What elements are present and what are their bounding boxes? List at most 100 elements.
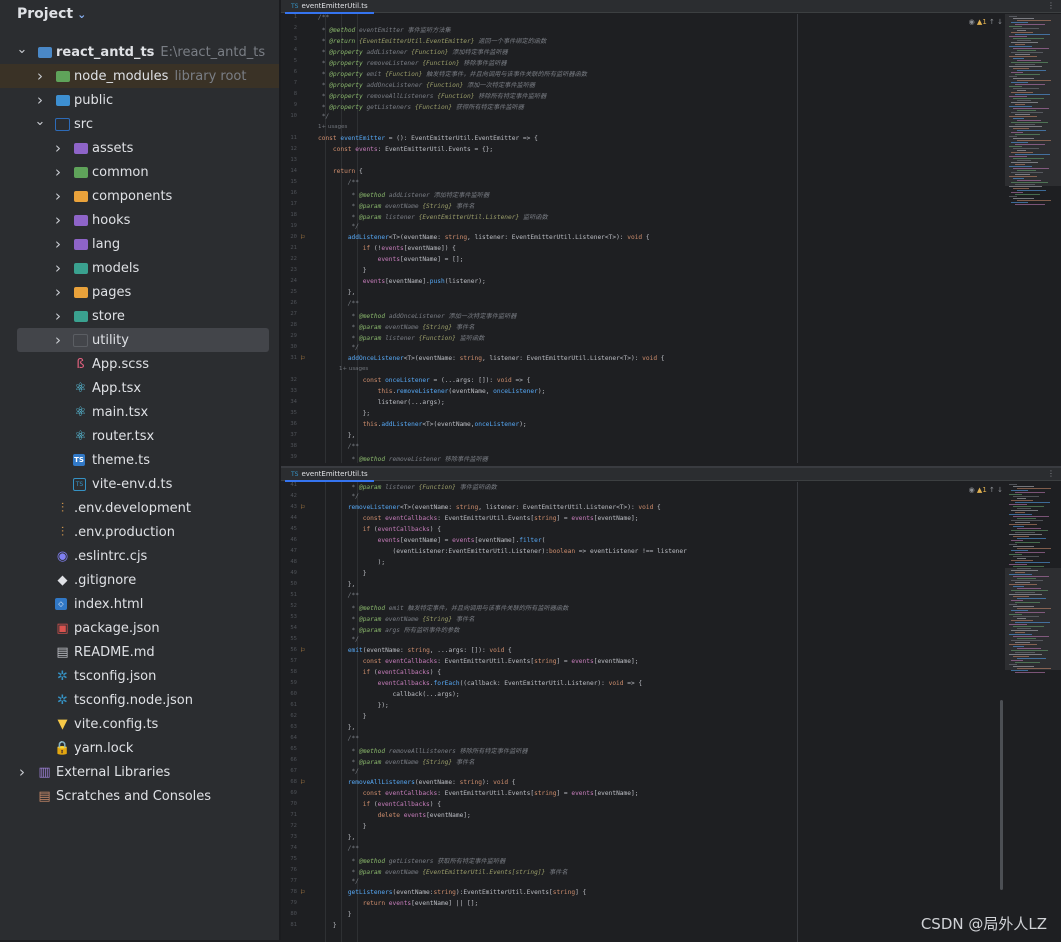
chevron-right-icon[interactable]: ›: [34, 67, 46, 85]
minimap-line: [1015, 94, 1050, 95]
arrow-down-icon[interactable]: ↓: [997, 486, 1003, 494]
tree-item[interactable]: › public: [0, 88, 279, 112]
chevron-right-icon[interactable]: ›: [52, 331, 64, 349]
chevron-right-icon[interactable]: ›: [52, 187, 64, 205]
tree-item[interactable]: › components: [0, 184, 279, 208]
minimap-line: [1011, 152, 1033, 153]
chevron-right-icon[interactable]: ›: [52, 211, 64, 229]
tree-item[interactable]: ⌄ src: [0, 112, 279, 136]
warning-count: 1: [982, 486, 987, 494]
minimap-line: [1015, 672, 1045, 673]
tree-item[interactable]: › common: [0, 160, 279, 184]
project-panel-title[interactable]: Project ⌄: [17, 6, 86, 22]
usages-hint[interactable]: 1+ usages: [318, 124, 347, 130]
code-line: }: [318, 267, 367, 274]
more-icon[interactable]: ⋮: [1047, 0, 1055, 12]
react-icon: ⚛: [74, 380, 87, 396]
minimap-line: [1013, 506, 1044, 507]
minimap-line: [1009, 504, 1027, 505]
tree-item[interactable]: ▼ vite.config.ts: [0, 712, 279, 736]
minimap-line: [1013, 48, 1049, 49]
minimap-viewport[interactable]: [1005, 14, 1061, 186]
usages-hint[interactable]: 1+ usages: [318, 366, 368, 372]
tree-item[interactable]: › assets: [0, 136, 279, 160]
inspection-status[interactable]: ◉ ▲1 ↑ ↓: [969, 18, 1003, 26]
minimap-line: [1009, 654, 1042, 655]
code-line: if (!events[eventName]) {: [362, 245, 456, 252]
editor-tab[interactable]: TS eventEmitterUtil.ts: [285, 0, 374, 14]
tree-item[interactable]: › ▥ External Libraries: [0, 760, 279, 784]
minimap-line: [1009, 664, 1017, 665]
chevron-right-icon[interactable]: ›: [52, 283, 64, 301]
minimap[interactable]: [1005, 14, 1061, 463]
line-number: 24: [290, 278, 297, 284]
tree-item[interactable]: ✲ tsconfig.json: [0, 664, 279, 688]
chevron-right-icon[interactable]: ›: [34, 91, 46, 109]
chevron-right-icon[interactable]: ›: [52, 259, 64, 277]
tree-item[interactable]: ◇ index.html: [0, 592, 279, 616]
minimap-line: [1015, 662, 1040, 663]
minimap-line: [1009, 26, 1022, 27]
line-number: 78: [290, 889, 297, 895]
tree-item[interactable]: ▤ Scratches and Consoles: [0, 784, 279, 808]
vertical-scrollbar[interactable]: [1000, 700, 1003, 890]
line-number: 80: [290, 911, 297, 917]
tree-item[interactable]: ⚛ main.tsx: [0, 400, 279, 424]
implementation-gutter-icon[interactable]: ⚐: [300, 779, 305, 786]
html-icon: ◇: [55, 598, 67, 610]
chevron-down-icon[interactable]: ⌄: [34, 114, 46, 129]
implementation-gutter-icon[interactable]: ⚐: [300, 647, 305, 654]
chevron-down-icon[interactable]: ⌄: [77, 8, 86, 21]
tree-item[interactable]: ⌄ react_antd_ts E:\react_antd_ts: [0, 40, 279, 64]
tree-item-label: router.tsx: [92, 428, 155, 444]
arrow-up-icon[interactable]: ↑: [989, 18, 995, 26]
tree-item[interactable]: TS vite-env.d.ts: [0, 472, 279, 496]
env-icon: ⫶: [60, 500, 65, 516]
chevron-right-icon[interactable]: ›: [16, 763, 28, 781]
minimap-line: [1017, 628, 1031, 629]
tree-item[interactable]: ▤ README.md: [0, 640, 279, 664]
eye-icon[interactable]: ◉: [969, 486, 975, 494]
line-number: 37: [290, 432, 297, 438]
inspection-status[interactable]: ◉ ▲1 ↑ ↓: [969, 486, 1003, 494]
tree-item[interactable]: ⫶ .env.development: [0, 496, 279, 520]
markdown-icon: ▤: [56, 644, 69, 660]
tree-item[interactable]: › models: [0, 256, 279, 280]
tree-item[interactable]: 🔒 yarn.lock: [0, 736, 279, 760]
tree-item[interactable]: › hooks: [0, 208, 279, 232]
tree-item[interactable]: ◉ .eslintrc.cjs: [0, 544, 279, 568]
tree-item[interactable]: TS theme.ts: [0, 448, 279, 472]
tree-item[interactable]: › store: [0, 304, 279, 328]
tree-item[interactable]: ✲ tsconfig.node.json: [0, 688, 279, 712]
chevron-right-icon[interactable]: ›: [52, 235, 64, 253]
tree-item[interactable]: ⚛ App.tsx: [0, 376, 279, 400]
tree-item[interactable]: ß App.scss: [0, 352, 279, 376]
minimap-line: [1015, 562, 1050, 563]
tree-item[interactable]: ⫶ .env.production: [0, 520, 279, 544]
chevron-right-icon[interactable]: ›: [52, 163, 64, 181]
tree-item[interactable]: ⚛ router.tsx: [0, 424, 279, 448]
tree-item[interactable]: › node_modules library root: [0, 64, 279, 88]
tree-item[interactable]: ▣ package.json: [0, 616, 279, 640]
tree-item-label: store: [92, 308, 125, 324]
more-icon[interactable]: ⋮: [1047, 468, 1055, 480]
line-number: 35: [290, 410, 297, 416]
minimap[interactable]: [1005, 482, 1061, 942]
chevron-right-icon[interactable]: ›: [52, 307, 64, 325]
tree-item[interactable]: › lang: [0, 232, 279, 256]
implementation-gutter-icon[interactable]: ⚐: [300, 234, 305, 241]
implementation-gutter-icon[interactable]: ⚐: [300, 504, 305, 511]
arrow-up-icon[interactable]: ↑: [989, 486, 995, 494]
tree-item[interactable]: › utility: [17, 328, 269, 352]
minimap-line: [1017, 30, 1026, 31]
tree-item[interactable]: › pages: [0, 280, 279, 304]
chevron-right-icon[interactable]: ›: [52, 139, 64, 157]
eye-icon[interactable]: ◉: [969, 18, 975, 26]
editor-tab[interactable]: TS eventEmitterUtil.ts: [285, 468, 374, 482]
tree-item-label: common: [92, 164, 149, 180]
implementation-gutter-icon[interactable]: ⚐: [300, 355, 305, 362]
chevron-down-icon[interactable]: ⌄: [16, 42, 28, 57]
implementation-gutter-icon[interactable]: ⚐: [300, 889, 305, 896]
tree-item[interactable]: ◆ .gitignore: [0, 568, 279, 592]
minimap-line: [1013, 496, 1039, 497]
